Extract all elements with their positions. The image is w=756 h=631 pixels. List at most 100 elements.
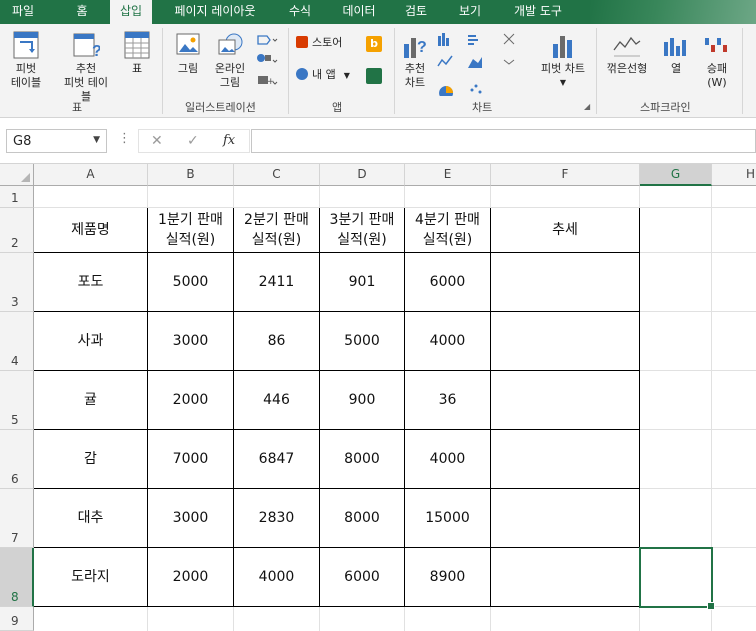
column-header-f[interactable]: F bbox=[491, 164, 640, 186]
table-cell[interactable]: 6000 bbox=[405, 253, 491, 312]
svg-text:?: ? bbox=[92, 43, 100, 60]
table-cell[interactable] bbox=[491, 371, 640, 430]
table-cell[interactable]: 도라지 bbox=[34, 548, 148, 607]
column-header-b[interactable]: B bbox=[148, 164, 234, 186]
tab-insert[interactable]: 삽입 bbox=[110, 0, 152, 25]
table-cell[interactable]: 2830 bbox=[234, 489, 320, 548]
row-header-5[interactable]: 5 bbox=[0, 371, 34, 430]
more-options-icon[interactable]: ⋮ bbox=[118, 131, 131, 146]
pivot-table-button[interactable]: 피벗 테이블 bbox=[6, 30, 46, 90]
select-all-button[interactable] bbox=[0, 164, 34, 186]
tab-data[interactable]: 데이터 bbox=[336, 0, 382, 24]
table-header-cell[interactable]: 4분기 판매 실적(원) bbox=[405, 208, 491, 253]
my-apps-button[interactable]: 내 앱 ▼ bbox=[296, 68, 362, 83]
sparkline-line-button[interactable]: 꺾은선형 bbox=[600, 30, 654, 76]
table-cell[interactable]: 귤 bbox=[34, 371, 148, 430]
row-header-6[interactable]: 6 bbox=[0, 430, 34, 489]
tab-view[interactable]: 보기 bbox=[452, 0, 488, 24]
table-header-cell[interactable]: 2분기 판매 실적(원) bbox=[234, 208, 320, 253]
charts-dialog-launcher-icon[interactable]: ◢ bbox=[584, 102, 590, 111]
row-header-3[interactable]: 3 bbox=[0, 253, 34, 312]
table-cell[interactable] bbox=[491, 430, 640, 489]
cancel-icon[interactable]: ✕ bbox=[151, 133, 163, 149]
chart-types-icon bbox=[437, 33, 515, 96]
table-cell[interactable]: 3000 bbox=[148, 489, 234, 548]
table-cell[interactable]: 8000 bbox=[320, 430, 405, 489]
sparkline-winloss-button[interactable]: 승패 (W) bbox=[698, 30, 736, 90]
table-cell[interactable]: 15000 bbox=[405, 489, 491, 548]
table-cell[interactable]: 900 bbox=[320, 371, 405, 430]
table-cell[interactable]: 감 bbox=[34, 430, 148, 489]
table-cell[interactable]: 36 bbox=[405, 371, 491, 430]
tab-developer[interactable]: 개발 도구 bbox=[506, 0, 570, 24]
online-picture-button[interactable]: 온라인 그림 bbox=[210, 30, 250, 90]
chart-types-gallery[interactable] bbox=[436, 30, 532, 100]
table-cell[interactable]: 2000 bbox=[148, 371, 234, 430]
table-cell[interactable] bbox=[491, 253, 640, 312]
enter-icon[interactable]: ✓ bbox=[187, 133, 199, 149]
table-cell[interactable]: 5000 bbox=[320, 312, 405, 371]
table-button[interactable]: 표 bbox=[120, 30, 154, 76]
table-cell[interactable]: 4000 bbox=[405, 312, 491, 371]
row-header-1[interactable]: 1 bbox=[0, 186, 34, 208]
insert-function-icon[interactable]: fx bbox=[223, 133, 235, 148]
worksheet-grid[interactable]: ABCDEFGH 1 2 3 4 5 6 7 8 9 제품명 1분기 판매 실적(원) 2분기 판매… bbox=[0, 164, 756, 631]
formula-input[interactable] bbox=[251, 129, 756, 153]
row-header-7[interactable]: 7 bbox=[0, 489, 34, 548]
table-cell[interactable]: 8900 bbox=[405, 548, 491, 607]
sparkline-column-button[interactable]: 열 bbox=[658, 30, 694, 76]
table-header-cell[interactable]: 1분기 판매 실적(원) bbox=[148, 208, 234, 253]
recommended-charts-button[interactable]: ? 추천 차트 bbox=[398, 30, 432, 90]
table-cell[interactable]: 6000 bbox=[320, 548, 405, 607]
table-cell[interactable]: 포도 bbox=[34, 253, 148, 312]
table-cell[interactable]: 901 bbox=[320, 253, 405, 312]
table-cell[interactable] bbox=[491, 489, 640, 548]
table-cell[interactable]: 사과 bbox=[34, 312, 148, 371]
column-header-a[interactable]: A bbox=[34, 164, 148, 186]
table-header-cell[interactable]: 3분기 판매 실적(원) bbox=[320, 208, 405, 253]
column-header-g[interactable]: G bbox=[640, 164, 712, 186]
pivot-chart-button[interactable]: 피벗 차트 ▼ bbox=[536, 30, 590, 90]
table-cell[interactable]: 5000 bbox=[148, 253, 234, 312]
table-cell[interactable]: 8000 bbox=[320, 489, 405, 548]
picture-button[interactable]: 그림 bbox=[170, 30, 206, 76]
row-header-2[interactable]: 2 bbox=[0, 208, 34, 253]
table-cell[interactable] bbox=[491, 312, 640, 371]
tab-page-layout[interactable]: 페이지 레이아웃 bbox=[168, 0, 262, 24]
store-button[interactable]: 스토어 bbox=[296, 36, 356, 50]
tab-file[interactable]: 파일 bbox=[0, 0, 46, 24]
column-header-d[interactable]: D bbox=[320, 164, 405, 186]
sparkline-winloss-label: 승패 (W) bbox=[706, 62, 728, 89]
row-header-9[interactable]: 9 bbox=[0, 607, 34, 631]
table-cell[interactable]: 4000 bbox=[405, 430, 491, 489]
column-header-c[interactable]: C bbox=[234, 164, 320, 186]
selected-cell-outline[interactable] bbox=[639, 547, 715, 610]
table-cell[interactable]: 446 bbox=[234, 371, 320, 430]
table-cell[interactable]: 2411 bbox=[234, 253, 320, 312]
column-header-h[interactable]: H bbox=[712, 164, 756, 186]
people-graph-icon[interactable] bbox=[366, 68, 382, 84]
recommended-pivot-table-button[interactable]: ? 추천 피벗 테이블 bbox=[60, 30, 112, 104]
row-number: 8 bbox=[11, 590, 19, 604]
tab-review[interactable]: 검토 bbox=[398, 0, 434, 24]
tab-home[interactable]: 홈 bbox=[62, 0, 102, 24]
table-header-cell[interactable]: 제품명 bbox=[34, 208, 148, 253]
table-cell[interactable]: 3000 bbox=[148, 312, 234, 371]
bing-maps-icon[interactable]: b bbox=[366, 36, 382, 52]
table-cell[interactable] bbox=[491, 548, 640, 607]
table-label: 표 bbox=[131, 62, 143, 75]
shapes-button[interactable]: + bbox=[254, 30, 280, 96]
name-box[interactable]: G8 ▼ bbox=[6, 129, 107, 153]
table-cell[interactable]: 2000 bbox=[148, 548, 234, 607]
row-header-4[interactable]: 4 bbox=[0, 312, 34, 371]
table-header-cell[interactable]: 추세 bbox=[491, 208, 640, 253]
name-box-value: G8 bbox=[13, 134, 32, 149]
table-cell[interactable]: 6847 bbox=[234, 430, 320, 489]
table-cell[interactable]: 7000 bbox=[148, 430, 234, 489]
table-cell[interactable]: 대추 bbox=[34, 489, 148, 548]
tab-formulas[interactable]: 수식 bbox=[282, 0, 318, 24]
table-cell[interactable]: 86 bbox=[234, 312, 320, 371]
row-header-8[interactable]: 8 bbox=[0, 548, 34, 607]
table-cell[interactable]: 4000 bbox=[234, 548, 320, 607]
column-header-e[interactable]: E bbox=[405, 164, 491, 186]
